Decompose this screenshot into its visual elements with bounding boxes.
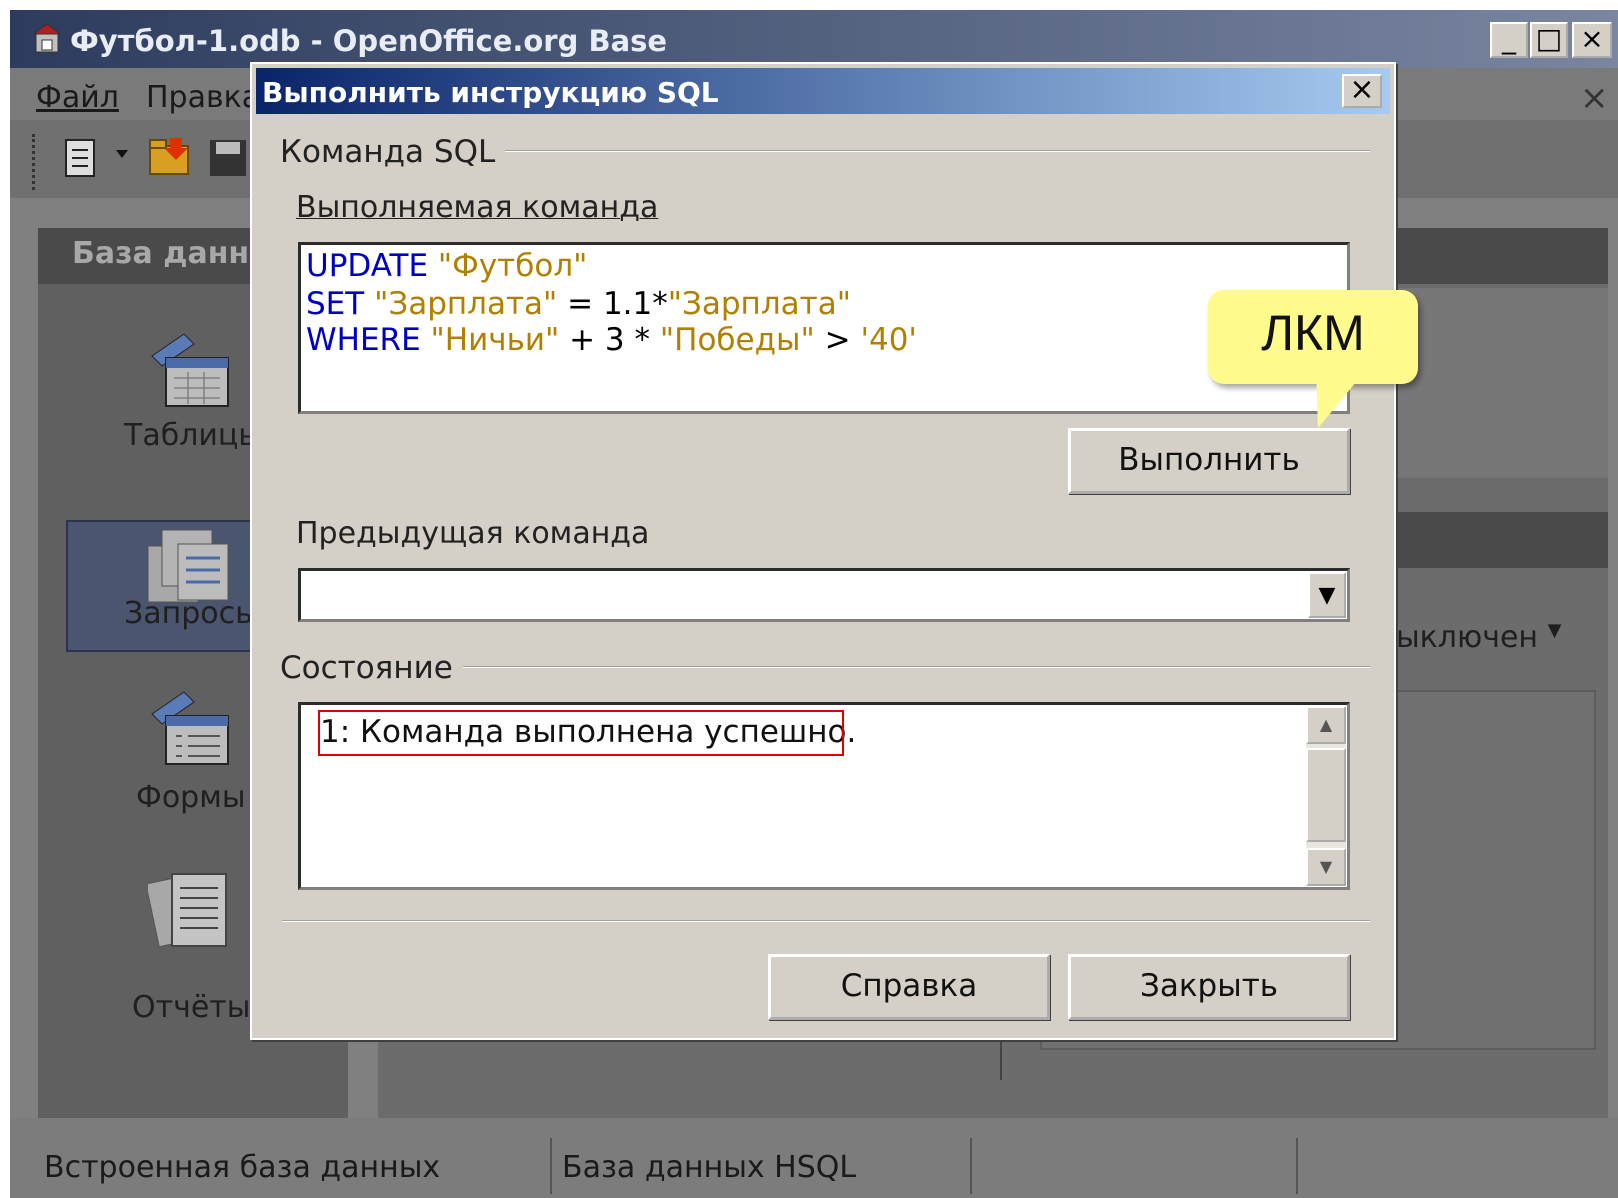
- preview-mode-value: ыключен: [1396, 620, 1539, 655]
- group-sql-label: Команда SQL: [280, 134, 506, 170]
- sql-token: "Зарплата": [667, 286, 851, 322]
- close-button[interactable]: Закрыть: [1068, 954, 1350, 1020]
- chevron-down-icon: ▼: [1319, 857, 1333, 876]
- sql-token: "Победы": [659, 322, 815, 358]
- statusbar-separator: [1296, 1138, 1298, 1194]
- scroll-thumb[interactable]: [1306, 748, 1346, 842]
- chevron-up-icon: ▲: [1319, 715, 1333, 734]
- statusbar-separator: [970, 1138, 972, 1194]
- sql-token: "Футбол": [437, 248, 588, 284]
- callout-text: ЛКМ: [1261, 305, 1365, 361]
- minimize-button[interactable]: _: [1490, 22, 1528, 58]
- forms-icon: [148, 690, 232, 770]
- new-document-icon[interactable]: [62, 136, 102, 180]
- group-divider: [452, 666, 1370, 668]
- chevron-down-icon: ▼: [1318, 583, 1336, 608]
- toolbar-grip: [32, 134, 36, 190]
- group-divider: [480, 150, 1370, 152]
- dialog-title: Выполнить инструкцию SQL: [262, 76, 719, 109]
- category-forms-label: Формы: [136, 780, 246, 815]
- scroll-down-button[interactable]: ▼: [1306, 848, 1346, 886]
- category-queries-label: Запросы: [124, 596, 259, 631]
- sql-line-1: UPDATE "Футбол": [306, 248, 587, 284]
- category-tables-label: Таблицы: [124, 418, 262, 453]
- sql-line-2: SET "Зарплата" = 1.1*"Зарплата": [306, 286, 851, 322]
- category-panel-title: База данн: [72, 236, 250, 271]
- dialog-close-button[interactable]: ×: [1342, 74, 1382, 108]
- scroll-up-button[interactable]: ▲: [1306, 706, 1346, 744]
- statusbar-separator: [550, 1138, 552, 1194]
- preview-mode-select[interactable]: ыключен ▼: [1396, 620, 1561, 655]
- menu-file[interactable]: Файл: [36, 80, 119, 115]
- sql-token: "Ничьи": [430, 322, 560, 358]
- exec-command-label: Выполняемая команда: [296, 190, 659, 225]
- execute-button[interactable]: Выполнить: [1068, 428, 1350, 494]
- chevron-down-icon[interactable]: [114, 146, 130, 162]
- group-status-label: Состояние: [280, 650, 463, 686]
- sql-token: + 3 *: [559, 322, 660, 358]
- statusbar-db-type: Встроенная база данных: [44, 1150, 441, 1185]
- close-icon: ×: [1349, 72, 1375, 107]
- queries-icon: [146, 526, 232, 606]
- help-button[interactable]: Справка: [768, 954, 1050, 1020]
- chevron-down-icon: ▼: [1547, 620, 1562, 641]
- close-doc-icon[interactable]: ×: [1580, 78, 1609, 118]
- close-window-button[interactable]: ×: [1572, 22, 1612, 58]
- sql-token: = 1.1*: [557, 286, 668, 322]
- callout-tail: [1316, 370, 1396, 430]
- open-folder-icon[interactable]: [148, 134, 192, 178]
- prev-command-select[interactable]: [298, 568, 1350, 622]
- save-icon[interactable]: [208, 138, 248, 178]
- reports-icon: [145, 864, 232, 950]
- dialog-separator: [282, 920, 1370, 922]
- dropdown-button[interactable]: ▼: [1308, 572, 1346, 618]
- sql-token: SET: [306, 286, 375, 322]
- maximize-button[interactable]: □: [1530, 22, 1568, 58]
- sql-token: >: [814, 322, 861, 358]
- window-title: Футбол-1.odb - OpenOffice.org Base: [70, 24, 668, 58]
- tables-icon: [148, 332, 232, 412]
- sql-token: "Зарплата": [374, 286, 558, 322]
- app-icon: [32, 22, 64, 54]
- sql-token: '40': [860, 322, 917, 358]
- statusbar-engine: База данных HSQL: [562, 1150, 857, 1185]
- sql-token: WHERE: [306, 322, 431, 358]
- prev-command-label: Предыдущая команда: [296, 516, 650, 551]
- sql-token: UPDATE: [306, 248, 438, 284]
- sql-line-3: WHERE "Ничьи" + 3 * "Победы" > '40': [306, 322, 917, 358]
- category-reports-label: Отчёты: [132, 990, 251, 1025]
- menu-edit[interactable]: Правка: [146, 80, 260, 115]
- status-highlight: [318, 710, 844, 756]
